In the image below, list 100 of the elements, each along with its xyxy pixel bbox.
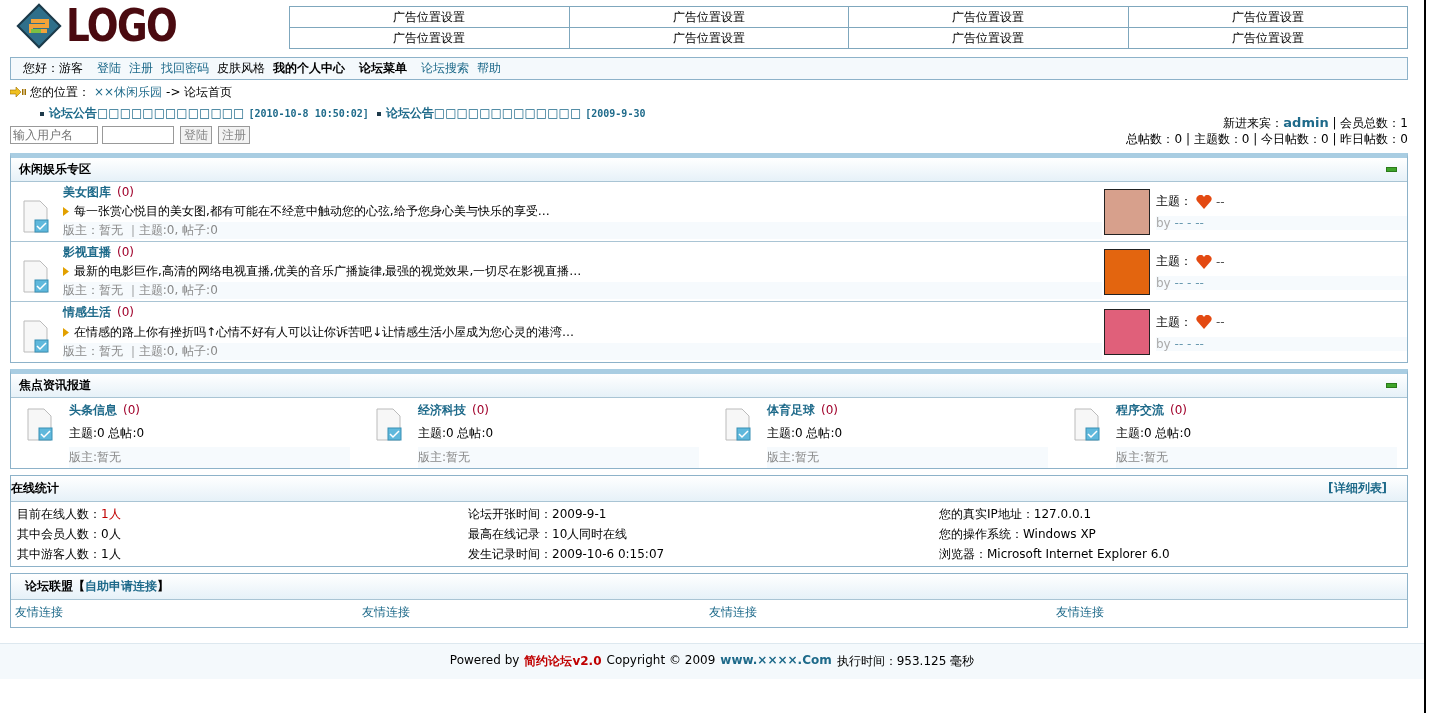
announcement-link[interactable]: 论坛公告□□□□□□□□□□□□□ bbox=[385, 105, 582, 122]
stats-label: 新进来宾： bbox=[1223, 116, 1284, 130]
photo-placeholder bbox=[1104, 309, 1150, 355]
board-stats: 主题:0 总帖:0 bbox=[1116, 424, 1193, 442]
announcement-date: [2009-9-30 bbox=[585, 108, 646, 119]
member-link[interactable]: admin bbox=[1283, 115, 1329, 130]
stat-label: 论坛开张时间： bbox=[468, 507, 552, 521]
location-label: 您的位置： bbox=[30, 83, 90, 101]
stat-label: 其中游客人数： bbox=[17, 547, 101, 561]
bullet-icon bbox=[376, 111, 381, 116]
board-description: 最新的电影巨作,高清的网络电视直播,优美的音乐广播旋律,最强的视觉效果,一切尽在影视直播… bbox=[74, 263, 582, 280]
ad-slot[interactable]: 广告位置设置 bbox=[1128, 27, 1408, 49]
bullet-icon bbox=[40, 111, 44, 116]
password-field[interactable] bbox=[102, 126, 174, 144]
announcement-date: [2010-10-8 10:50:02] bbox=[248, 108, 369, 119]
nav-link[interactable]: 注册 bbox=[129, 60, 153, 77]
ad-slot[interactable]: 广告位置设置 bbox=[848, 27, 1128, 49]
post-count: (0) bbox=[472, 403, 489, 417]
stat-value: 2009-10-6 0:15:07 bbox=[552, 547, 665, 561]
ad-slot[interactable]: 广告位置设置 bbox=[289, 27, 569, 49]
ad-slot[interactable]: 广告位置设置 bbox=[569, 6, 849, 28]
board-meta: 版主:暂无 bbox=[1116, 447, 1397, 468]
friend-link[interactable]: 友情连接 bbox=[709, 605, 757, 619]
stat-label: 发生记录时间： bbox=[468, 547, 552, 561]
heart-icon bbox=[1196, 254, 1212, 269]
ad-slot[interactable]: 广告位置设置 bbox=[1128, 6, 1408, 28]
breadcrumb-link[interactable]: ××休闲乐园 bbox=[94, 83, 163, 101]
ad-slot[interactable]: 广告位置设置 bbox=[289, 6, 569, 28]
stat-label: 其中会员人数： bbox=[17, 527, 101, 541]
by-label: by bbox=[1156, 276, 1171, 290]
stat-label: 目前在线人数： bbox=[17, 507, 101, 521]
breadcrumb-current: -> 论坛首页 bbox=[166, 83, 233, 101]
nav-item[interactable]: 论坛菜单 bbox=[359, 60, 407, 77]
heart-icon bbox=[1196, 194, 1212, 209]
collapse-icon[interactable] bbox=[1386, 383, 1397, 388]
ad-slot[interactable]: 广告位置设置 bbox=[569, 27, 849, 49]
nav-link[interactable]: 找回密码 bbox=[161, 60, 209, 77]
board-link[interactable]: 头条信息 bbox=[69, 403, 117, 417]
stat-label: 浏览器： bbox=[939, 547, 987, 561]
nav-link[interactable]: 帮助 bbox=[477, 60, 501, 77]
register-button[interactable]: 注册 bbox=[218, 126, 250, 144]
topic-value: -- bbox=[1216, 194, 1225, 209]
heart-icon bbox=[1196, 315, 1212, 329]
post-count: (0) bbox=[117, 185, 134, 199]
board-link[interactable]: 程序交流 bbox=[1116, 403, 1164, 417]
bracket-text: 】 bbox=[157, 578, 169, 595]
nav-item[interactable]: 皮肤风格 bbox=[217, 60, 265, 77]
triangle-bullet-icon bbox=[63, 327, 69, 337]
topic-label: 主题： bbox=[1156, 193, 1192, 210]
site-link[interactable]: www.××××.Com bbox=[720, 653, 832, 670]
by-label: by bbox=[1156, 216, 1171, 230]
nav-item[interactable]: 我的个人中心 bbox=[273, 60, 345, 77]
friend-link[interactable]: 友情连接 bbox=[15, 605, 63, 619]
board-link[interactable]: 经济科技 bbox=[418, 403, 466, 417]
document-check-icon bbox=[723, 408, 753, 442]
stats-text: | 会员总数：1 bbox=[1332, 116, 1408, 130]
brand-link[interactable]: 简约论坛v2.0 bbox=[524, 653, 602, 670]
board-meta: 版主：暂无 ｜主题:0, 帖子:0 bbox=[63, 343, 1102, 360]
login-button[interactable]: 登陆 bbox=[180, 126, 212, 144]
post-count: (0) bbox=[821, 403, 838, 417]
stat-label: 您的真实IP地址： bbox=[939, 507, 1034, 521]
board-link[interactable]: 体育足球 bbox=[767, 403, 815, 417]
board-meta: 版主：暂无 ｜主题:0, 帖子:0 bbox=[63, 222, 1102, 239]
board-link[interactable]: 美女图库 bbox=[63, 185, 111, 199]
stat-value: Microsoft Internet Explorer 6.0 bbox=[987, 547, 1170, 561]
stat-label: 您的操作系统： bbox=[939, 527, 1023, 541]
stat-value: 127.0.0.1 bbox=[1033, 507, 1092, 521]
board-link[interactable]: 情感生活 bbox=[63, 305, 111, 319]
board-meta: 版主:暂无 bbox=[767, 447, 1048, 468]
execution-time: 执行时间：953.125 毫秒 bbox=[836, 653, 975, 670]
triangle-bullet-icon bbox=[63, 207, 69, 216]
photo-placeholder bbox=[1104, 248, 1150, 295]
section-title: 休闲娱乐专区 bbox=[19, 161, 91, 178]
document-check-icon bbox=[21, 259, 51, 294]
stat-value: 1人 bbox=[101, 547, 121, 561]
triangle-bullet-icon bbox=[63, 267, 69, 276]
username-field[interactable]: 输入用户名 bbox=[10, 126, 98, 144]
topic-value: -- bbox=[1216, 315, 1225, 329]
announcement-link[interactable]: 论坛公告□□□□□□□□□□□□□ bbox=[49, 105, 245, 122]
by-label: by bbox=[1156, 336, 1171, 351]
nav-link[interactable]: 论坛搜索 bbox=[421, 60, 469, 77]
board-link[interactable]: 影视直播 bbox=[63, 245, 111, 259]
pointer-icon bbox=[10, 87, 26, 97]
board-description: 在情感的路上你有挫折吗↑心情不好有人可以让你诉苦吧↓让情感生活小屋成为您心灵的港湾… bbox=[74, 323, 575, 341]
nav-link[interactable]: 登陆 bbox=[97, 60, 121, 77]
board-stats: 主题:0 总帖:0 bbox=[69, 424, 146, 442]
collapse-icon[interactable] bbox=[1386, 167, 1397, 172]
detail-list-link[interactable]: [详细列表] bbox=[1328, 480, 1387, 497]
apply-link[interactable]: 自助申请连接 bbox=[85, 578, 157, 595]
stat-label: 最高在线记录： bbox=[468, 527, 552, 541]
board-description: 每一张赏心悦目的美女图,都有可能在不经意中触动您的心弦,给予您身心美与快乐的享受… bbox=[74, 203, 550, 220]
section-title: 焦点资讯报道 bbox=[19, 377, 91, 394]
topic-label: 主题： bbox=[1156, 253, 1192, 270]
friend-link[interactable]: 友情连接 bbox=[1056, 605, 1104, 619]
logo-text: LOGO bbox=[66, 3, 176, 49]
ad-slot[interactable]: 广告位置设置 bbox=[848, 6, 1128, 28]
section-title: 论坛联盟【 bbox=[25, 578, 85, 595]
stat-value: 0人 bbox=[101, 527, 121, 541]
board-meta: 版主：暂无 ｜主题:0, 帖子:0 bbox=[63, 282, 1102, 299]
friend-link[interactable]: 友情连接 bbox=[362, 605, 410, 619]
